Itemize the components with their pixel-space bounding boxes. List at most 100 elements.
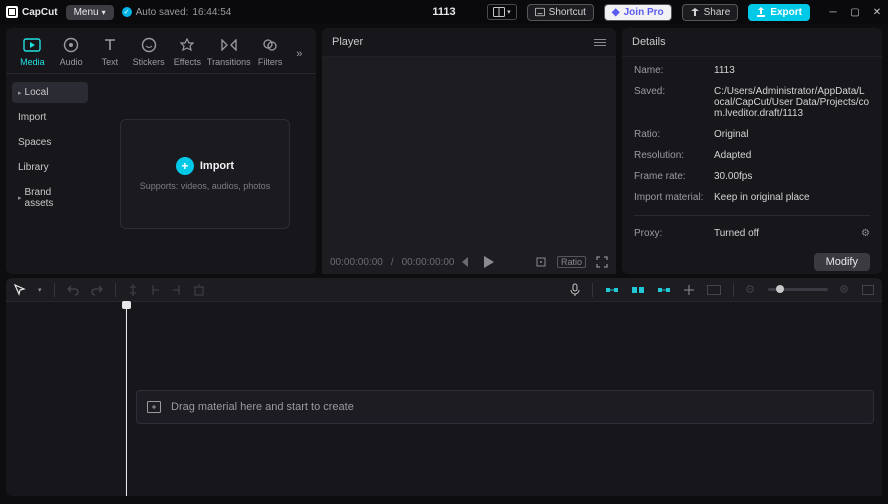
detail-value: Adapted — [714, 150, 870, 161]
more-tabs-button[interactable]: » — [291, 48, 309, 60]
tab-label: Transitions — [207, 57, 251, 67]
zoom-out-button[interactable] — [746, 285, 756, 295]
divider — [733, 283, 734, 297]
delete-left-button[interactable] — [150, 284, 160, 296]
prev-frame-button[interactable] — [462, 257, 470, 267]
detail-label: Ratio: — [634, 129, 704, 140]
play-button[interactable] — [484, 256, 494, 268]
layout-icon — [493, 7, 505, 17]
chevron-right-icon: ▸ — [18, 194, 22, 202]
delete-right-button[interactable] — [172, 284, 182, 296]
player-title: Player — [332, 36, 363, 48]
media-dropzone: + Import Supports: videos, audios, photo… — [94, 74, 316, 274]
main-track-magnet-button[interactable] — [605, 284, 619, 296]
zoom-slider-knob[interactable] — [776, 285, 784, 293]
tab-label: Filters — [258, 57, 283, 67]
sidebar-item-label: Local — [25, 87, 49, 98]
player-menu-button[interactable] — [594, 39, 606, 46]
fit-zoom-button[interactable] — [862, 285, 874, 295]
import-button[interactable]: + Import Supports: videos, audios, photo… — [120, 119, 290, 229]
divider — [592, 283, 593, 297]
details-panel: Details Name:1113 Saved:C:/Users/Adminis… — [622, 28, 882, 274]
shortcut-button[interactable]: Shortcut — [527, 4, 594, 21]
chevron-right-icon: ▸ — [18, 89, 22, 97]
player-time-divider: / — [391, 257, 394, 268]
delete-button[interactable] — [194, 284, 204, 296]
tab-media[interactable]: Media — [14, 34, 51, 73]
tab-stickers[interactable]: Stickers — [130, 34, 167, 73]
player-time-total: 00:00:00:00 — [402, 257, 455, 268]
sidebar-item-import[interactable]: Import — [12, 107, 88, 128]
close-button[interactable]: ✕ — [872, 7, 882, 17]
join-pro-button[interactable]: ◆ Join Pro — [604, 4, 672, 21]
tab-effects[interactable]: Effects — [169, 34, 206, 73]
details-header: Details — [622, 28, 882, 57]
modify-button[interactable]: Modify — [814, 253, 870, 271]
minimize-button[interactable]: ─ — [828, 7, 838, 17]
effects-icon — [178, 36, 196, 54]
menu-label: Menu — [74, 7, 99, 18]
tool-dropdown[interactable]: ▾ — [38, 286, 42, 294]
sidebar-item-library[interactable]: Library — [12, 157, 88, 178]
details-title: Details — [632, 36, 666, 48]
tab-audio[interactable]: Audio — [53, 34, 90, 73]
autosave-status: ✓ Auto saved: 16:44:54 — [122, 7, 232, 18]
record-voiceover-button[interactable] — [570, 283, 580, 297]
playhead[interactable] — [126, 302, 127, 496]
details-row-name: Name:1113 — [634, 65, 870, 76]
share-icon — [690, 7, 700, 17]
player-controls: 00:00:00:00 / 00:00:00:00 Ratio — [322, 250, 616, 274]
timeline-drop-track[interactable]: Drag material here and start to create — [136, 390, 874, 424]
undo-button[interactable] — [67, 284, 79, 296]
sidebar-item-local[interactable]: ▸Local — [12, 82, 88, 103]
tab-label: Text — [102, 57, 119, 67]
selection-tool[interactable] — [14, 284, 26, 296]
share-button[interactable]: Share — [682, 4, 739, 21]
player-viewport[interactable]: 00:00:00:00 / 00:00:00:00 Ratio — [322, 57, 616, 274]
proxy-settings-button[interactable]: ⚙ — [861, 228, 870, 239]
detail-label: Proxy: — [634, 228, 704, 239]
sidebar-item-label: Import — [18, 112, 46, 123]
tab-text[interactable]: Text — [92, 34, 129, 73]
sidebar-item-spaces[interactable]: Spaces — [12, 132, 88, 153]
timeline-body: Drag material here and start to create — [6, 302, 882, 496]
preview-axis-button[interactable] — [683, 284, 695, 296]
linkage-button[interactable] — [657, 284, 671, 296]
export-button[interactable]: Export — [748, 4, 810, 21]
detail-label: Resolution: — [634, 150, 704, 161]
media-panel: Media Audio Text Stickers Effects Transi… — [6, 28, 316, 274]
workspace: Media Audio Text Stickers Effects Transi… — [0, 24, 888, 278]
zoom-slider[interactable] — [768, 288, 828, 291]
details-row-ratio: Ratio:Original — [634, 129, 870, 140]
detail-value: Keep in original place — [714, 192, 870, 203]
tab-filters[interactable]: Filters — [252, 34, 289, 73]
details-row-proxy: Proxy: Turned off ⚙ — [634, 228, 870, 239]
split-button[interactable] — [128, 284, 138, 296]
auto-snap-button[interactable] — [631, 284, 645, 296]
fullscreen-button[interactable] — [596, 256, 608, 268]
frame-align-button[interactable] — [535, 256, 547, 268]
detail-label: Saved: — [634, 86, 704, 97]
cover-button[interactable] — [707, 285, 721, 295]
join-pro-label: Join Pro — [624, 7, 664, 18]
zoom-in-button[interactable] — [840, 285, 850, 295]
tab-label: Stickers — [133, 57, 165, 67]
text-icon — [101, 36, 119, 54]
add-clip-icon — [147, 401, 161, 413]
menu-button[interactable]: Menu ▾ — [66, 5, 114, 20]
detail-label: Name: — [634, 65, 704, 76]
autosave-time: 16:44:54 — [192, 7, 231, 18]
shortcut-label: Shortcut — [549, 7, 586, 18]
details-row-fps: Frame rate:30.00fps — [634, 171, 870, 182]
ratio-button[interactable]: Ratio — [557, 256, 586, 268]
layout-preset-button[interactable]: ▾ — [487, 4, 517, 20]
tab-transitions[interactable]: Transitions — [208, 34, 250, 73]
keyboard-icon — [535, 7, 545, 17]
timeline-tracks[interactable]: Drag material here and start to create — [126, 302, 882, 496]
maximize-button[interactable]: ▢ — [850, 7, 860, 17]
sidebar-item-brand-assets[interactable]: ▸Brand assets — [12, 182, 88, 214]
timeline-drop-hint: Drag material here and start to create — [171, 401, 354, 413]
player-header: Player — [322, 28, 616, 57]
export-icon — [756, 7, 766, 17]
redo-button[interactable] — [91, 284, 103, 296]
